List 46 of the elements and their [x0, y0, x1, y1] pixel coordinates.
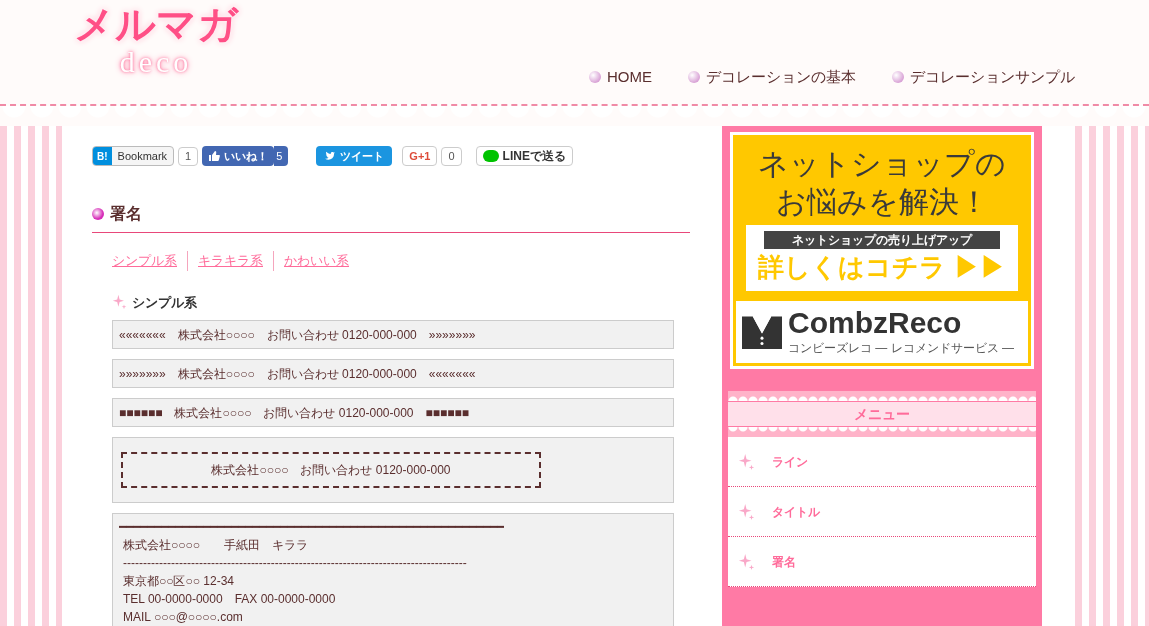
chat-bubble-icon: [482, 150, 499, 162]
pearl-icon: [688, 70, 700, 83]
sparkle-icon: [738, 452, 756, 471]
ad-banner[interactable]: ネットショップの お悩みを解決！ ネットショップの売り上げアップ 詳しくはコチラ ▶▶ CombzReco コンビーズレコ — レコメンドサービス —: [730, 132, 1034, 369]
b-icon: B!: [93, 147, 112, 165]
nav-link[interactable]: デコレーションサンプル: [892, 65, 1075, 88]
like-button[interactable]: いいね！: [202, 146, 275, 166]
ad-cta: 詳しくはコチラ ▶▶: [758, 251, 1006, 284]
pearl-icon: [589, 70, 601, 83]
signature-field[interactable]: ■■■■■■ 株式会社○○○○ お問い合わせ 0120-000-000 ■■■■■■: [112, 398, 674, 427]
line-send-button[interactable]: LINEで送る: [475, 146, 573, 166]
bird-icon: [324, 150, 337, 162]
signature-field[interactable]: ««««««« 株式会社○○○○ お問い合わせ 0120-000-000 »»»»»»»: [112, 320, 674, 349]
sparkle-icon: [112, 294, 128, 311]
pearl-icon: [892, 70, 904, 83]
signature-line: 東京都○○区○○ 12-34: [122, 573, 236, 590]
sparkle-icon: [738, 552, 756, 571]
nav-link[interactable]: デコレーションの基本: [688, 65, 856, 88]
tuxedo-icon: [742, 314, 782, 350]
signature-line: --------------------------------------------------------------------------------------: [122, 555, 468, 572]
signature-line: ━━━━━━━━━━━━━━━━━━━━━━━━━━━━━━━━━━━━━━━━━━━━━━━━━━━━━━━: [119, 519, 504, 536]
brand-subtitle: コンビーズレコ — レコメンドサービス —: [788, 340, 1014, 357]
share-count: 1: [178, 146, 199, 166]
signature-line: MAIL ○○○@○○○○.com: [122, 609, 244, 626]
signature-field[interactable]: 株式会社○○○○ お問い合わせ 0120-000-000: [112, 437, 674, 503]
ad-headline: ネットショップの: [758, 146, 1006, 182]
section-heading: 署名: [110, 204, 142, 224]
sparkle-icon: [738, 502, 756, 521]
nav-link[interactable]: HOME: [589, 65, 652, 88]
signature-line: TEL 00-0000-0000 FAX 00-0000-0000: [122, 591, 337, 608]
signature-field[interactable]: »»»»»»» 株式会社○○○○ お問い合わせ 0120-000-000 «««««««: [112, 359, 674, 388]
share-count: 5: [274, 146, 289, 166]
plus-one-button[interactable]: G+1: [402, 146, 438, 166]
bookmark-button[interactable]: B! Bookmark: [92, 146, 175, 166]
ad-tagline: ネットショップの売り上げアップ: [764, 231, 1000, 249]
ad-headline: お悩みを解決！: [775, 184, 989, 220]
logo: メルマガ deco: [73, 1, 240, 78]
signature-field[interactable]: [112, 513, 674, 626]
thumbs-up-icon: [208, 150, 221, 162]
menu-title: メニュー: [728, 401, 1036, 427]
subsection-heading: シンプル系: [132, 293, 197, 312]
signature-line: 株式会社○○○○ 手紙田 キララ: [122, 537, 309, 554]
share-count: 0: [441, 146, 462, 166]
frame-text: 株式会社○○○○ お問い合わせ 0120-000-000: [121, 452, 541, 488]
gem-icon: [92, 208, 104, 220]
brand-name: CombzReco: [788, 307, 963, 339]
